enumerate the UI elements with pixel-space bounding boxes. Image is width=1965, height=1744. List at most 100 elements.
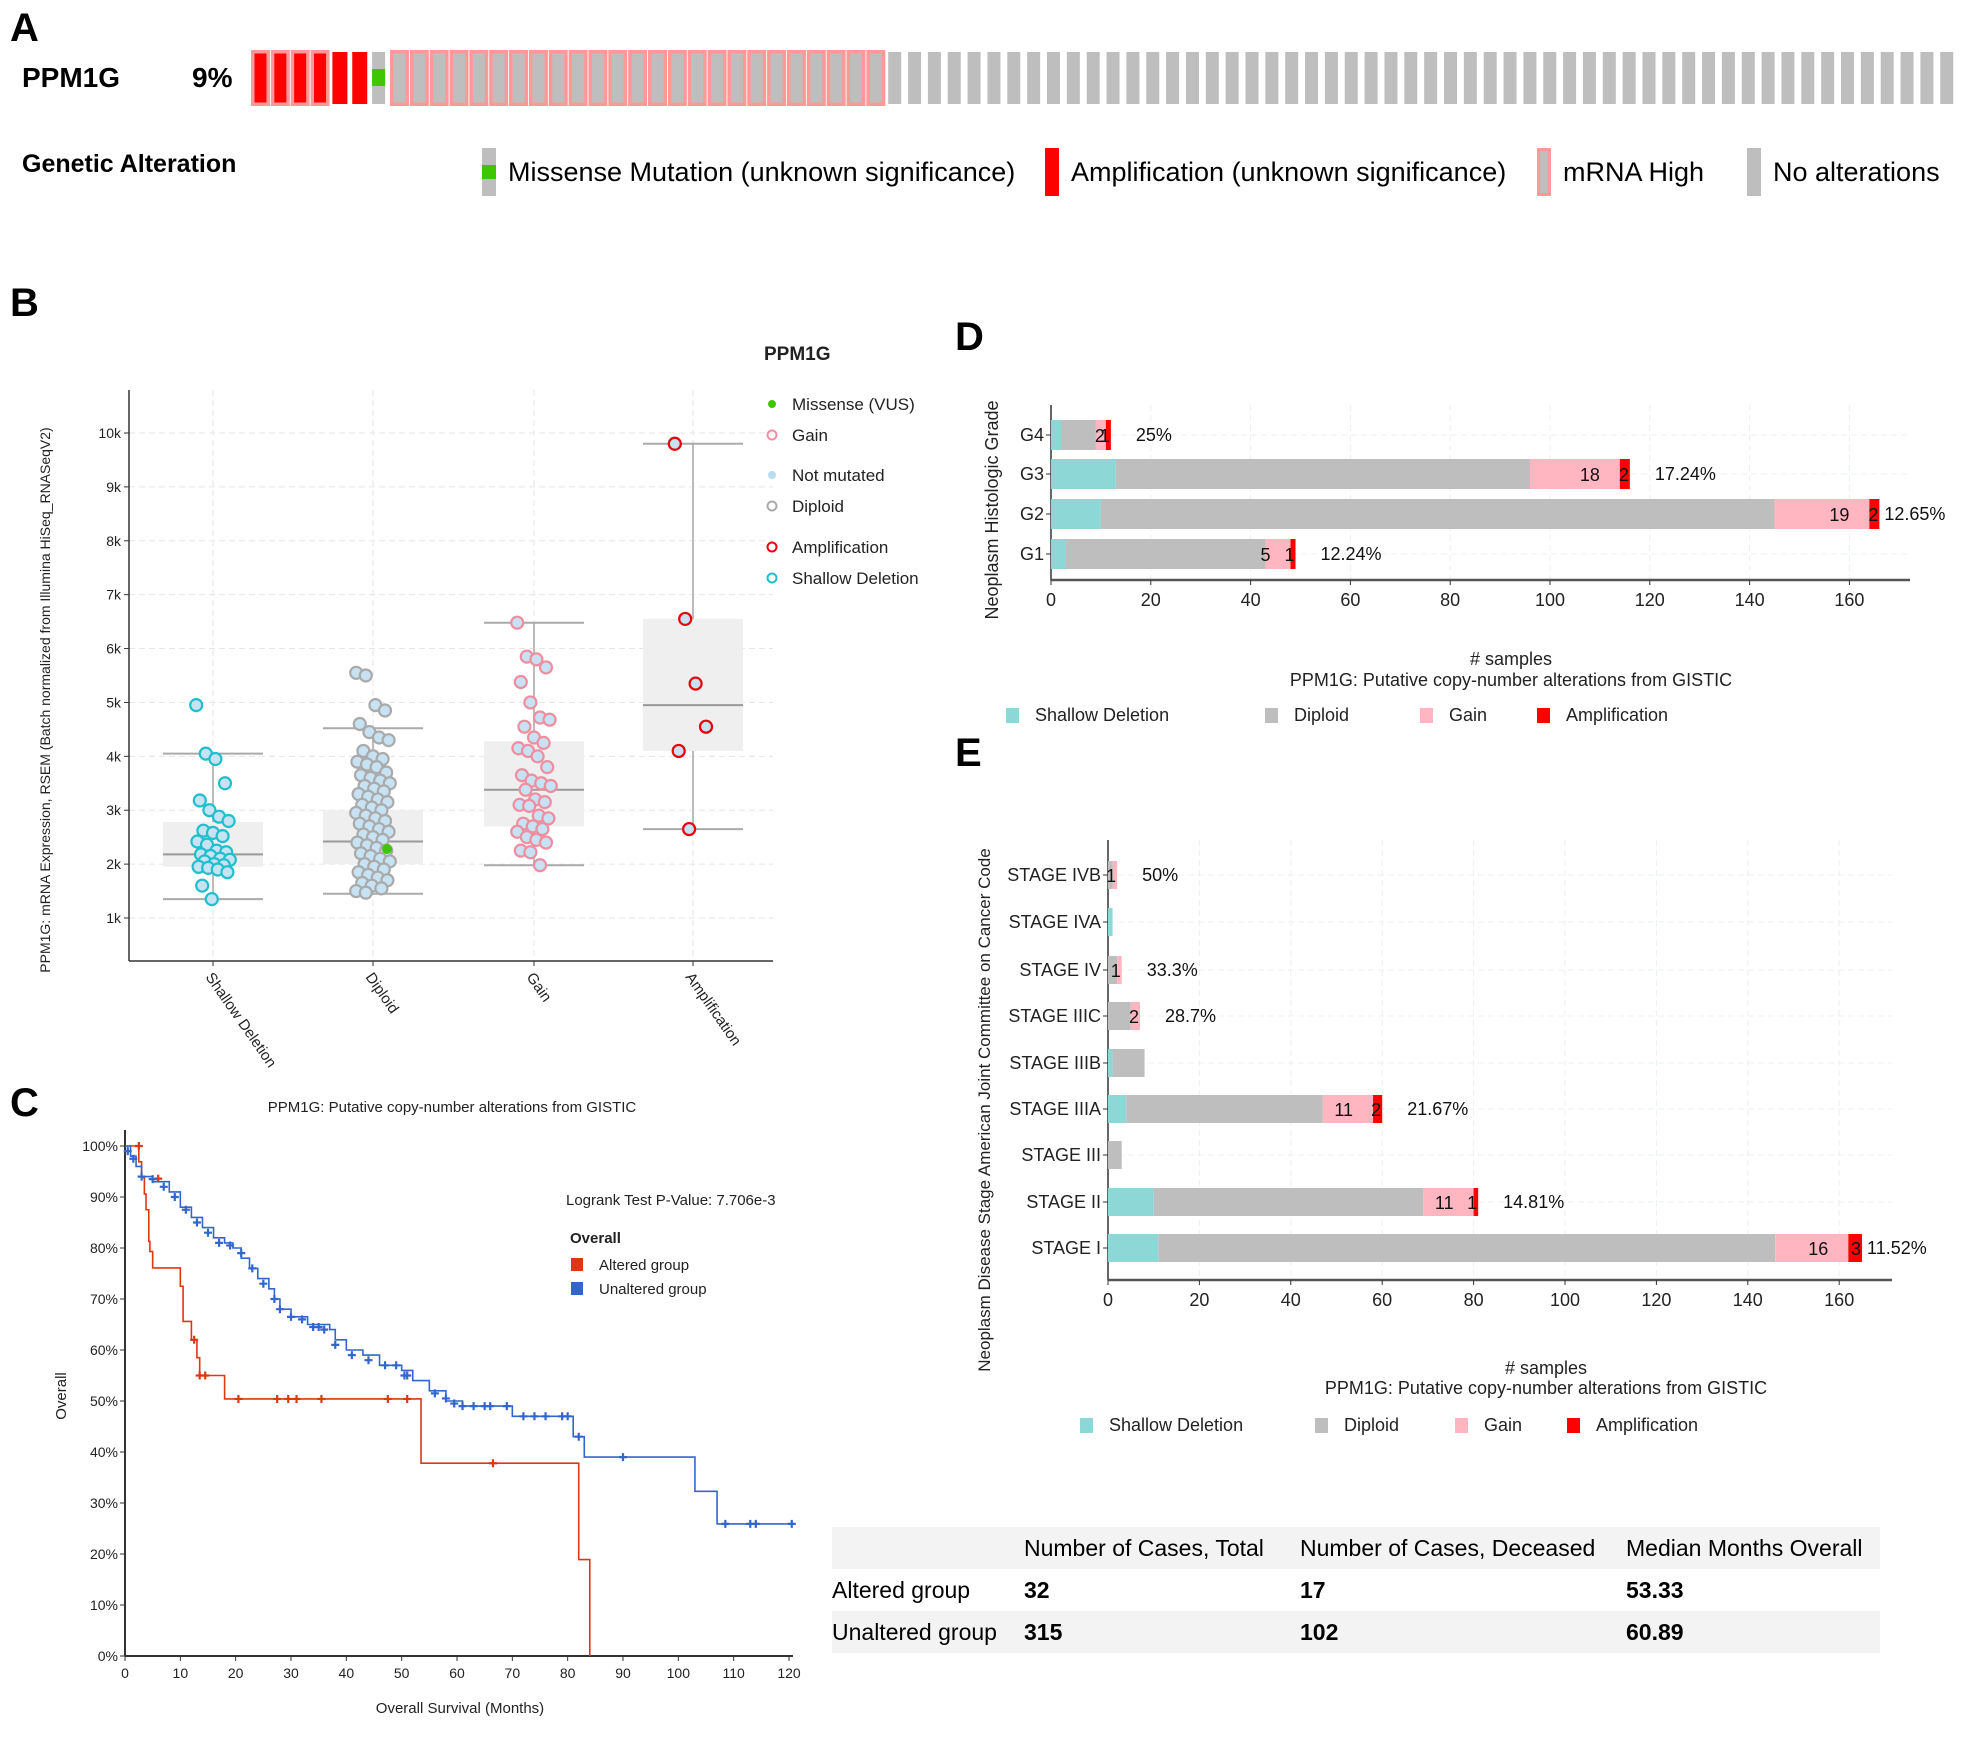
- oncoprint-sample: [509, 50, 529, 106]
- oncoprint-sample: [987, 52, 1001, 104]
- oncoprint-sample: [1205, 52, 1219, 104]
- table-cell-median: 53.33: [1626, 1576, 1684, 1603]
- bar-g1: 51: [1051, 539, 1296, 569]
- oncoprint-sample: [1781, 52, 1795, 104]
- censor-mark: [292, 1394, 301, 1403]
- y-tick-label: G1: [1020, 544, 1044, 564]
- legend-label: Shallow Deletion: [1035, 705, 1169, 725]
- missense-point: [382, 844, 392, 855]
- y-tick-label: 6k: [106, 641, 122, 657]
- no-alteration-cell: [1106, 52, 1120, 104]
- censor-mark: [159, 1182, 168, 1191]
- censor-mark: [458, 1402, 467, 1411]
- x-tick-label: 60: [1340, 590, 1360, 610]
- oncoprint-sample: [1523, 52, 1537, 104]
- segment-value-label: 2: [1868, 505, 1878, 525]
- data-point: [517, 719, 532, 734]
- segment-value-label: 1: [1467, 1193, 1477, 1213]
- legend-label: Amplification: [1596, 1415, 1698, 1435]
- bar-segment-gain: [1774, 499, 1870, 529]
- x-tick-label: 80: [1440, 590, 1460, 610]
- segment-value-label: 1: [1106, 866, 1116, 886]
- data-point: [522, 798, 537, 814]
- bar-stage-iva: [1108, 908, 1113, 936]
- oncoprint-sample: [1801, 52, 1815, 104]
- oncoprint-sample: [270, 50, 290, 106]
- censor-mark: [134, 1142, 143, 1150]
- y-tick-label: 10k: [98, 425, 122, 441]
- no-alteration-cell: [1205, 52, 1219, 104]
- oncoprint-sample: [1860, 52, 1874, 104]
- bar-stage-ii: 11 1: [1108, 1188, 1479, 1216]
- table-cell-deceased: 17: [1300, 1576, 1326, 1603]
- censor-mark: [787, 1519, 796, 1528]
- survival-legend-title: Overall: [570, 1230, 621, 1247]
- data-point: [195, 878, 210, 893]
- x-tick-label: 100: [1535, 590, 1565, 610]
- oncoprint-sample: [786, 50, 806, 106]
- x-tick-label: 140: [1735, 590, 1765, 610]
- data-point: [358, 885, 373, 900]
- oncoprint-sample: [1185, 52, 1199, 104]
- no-alteration-cell: [1781, 52, 1795, 104]
- table-header-row: Number of Cases, Total Number of Cases, …: [832, 1527, 1880, 1569]
- no-alteration-cell: [1602, 52, 1616, 104]
- bar-segment-shallow-deletion: [1051, 499, 1101, 529]
- oncoprint-sample: [908, 52, 922, 104]
- legend-swatch-icon: [571, 1282, 583, 1295]
- x-tick-label: 40: [339, 1665, 355, 1681]
- grade-stacked-bar-chart: Neoplasm Histologic Grade # samples PPM1…: [982, 400, 1945, 725]
- oncoprint-sample: [1444, 52, 1457, 104]
- legend-label: Amplification: [1566, 705, 1668, 725]
- bar-segment-diploid: [1100, 499, 1775, 529]
- legend-missense: Missense Mutation (unknown significance): [482, 148, 1015, 196]
- x-tick-label: 0: [1046, 590, 1056, 610]
- x-tick-label: 120: [1635, 590, 1665, 610]
- oncoprint-sample: [1761, 52, 1775, 104]
- censor-mark: [201, 1371, 210, 1380]
- censor-mark: [619, 1453, 627, 1462]
- percent-altered-label: 12.65%: [1884, 504, 1945, 524]
- bar-segment-shallow-deletion: [1108, 1049, 1113, 1077]
- no-alteration-cell: [1047, 52, 1060, 104]
- bar-segment-diploid: [1126, 1095, 1323, 1123]
- bar-stage-iv: 1: [1108, 956, 1122, 984]
- oncoprint-percent-altered: 9%: [192, 62, 233, 93]
- x-tick-label: 160: [1834, 590, 1864, 610]
- y-tick-label: 70%: [90, 1291, 118, 1307]
- oncoprint-sample: [352, 52, 368, 104]
- legend-dot-icon: [768, 400, 776, 408]
- oncoprint-sample: [846, 50, 866, 106]
- legend-label: Diploid: [1294, 705, 1349, 725]
- y-tick-label: 3k: [106, 802, 122, 818]
- data-point: [217, 776, 233, 791]
- x-tick-label: Amplification: [682, 970, 745, 1049]
- survival-x-axis-label: Overall Survival (Months): [376, 1700, 544, 1717]
- segment-value-label: 16: [1808, 1239, 1828, 1259]
- legend-label: Missense (VUS): [792, 395, 915, 414]
- data-point: [358, 668, 373, 683]
- oncoprint-sample: [1047, 52, 1060, 104]
- oncoprint-sample: [947, 52, 961, 104]
- oncoprint-sample: [489, 50, 509, 106]
- bar-stage-i: 16 3: [1108, 1234, 1863, 1262]
- bar-segment-gain: [1530, 459, 1620, 489]
- data-point: [543, 778, 558, 794]
- y-tick-label: 4k: [106, 748, 122, 764]
- no-alteration-cell: [1860, 52, 1874, 104]
- legend-label: Unaltered group: [599, 1281, 707, 1298]
- grade-subtitle: PPM1G: Putative copy-number alterations …: [1290, 670, 1732, 690]
- percent-altered-label: 50%: [1142, 865, 1178, 885]
- oncoprint-sample: [1543, 52, 1557, 104]
- no-alteration-cell: [393, 53, 406, 103]
- no-alteration-cell: [1642, 52, 1656, 104]
- censor-mark: [392, 1361, 401, 1370]
- table-cell-group: Altered group: [832, 1576, 971, 1603]
- x-tick-label: 120: [777, 1665, 801, 1681]
- censor-mark: [170, 1193, 179, 1201]
- oncoprint-sample: [1682, 52, 1696, 104]
- amplification-cell: [274, 53, 287, 103]
- legend-missense-label: Missense Mutation (unknown significance): [508, 156, 1016, 187]
- segment-value-label: 11: [1334, 1100, 1353, 1120]
- oncoprint-sample: [1900, 52, 1914, 104]
